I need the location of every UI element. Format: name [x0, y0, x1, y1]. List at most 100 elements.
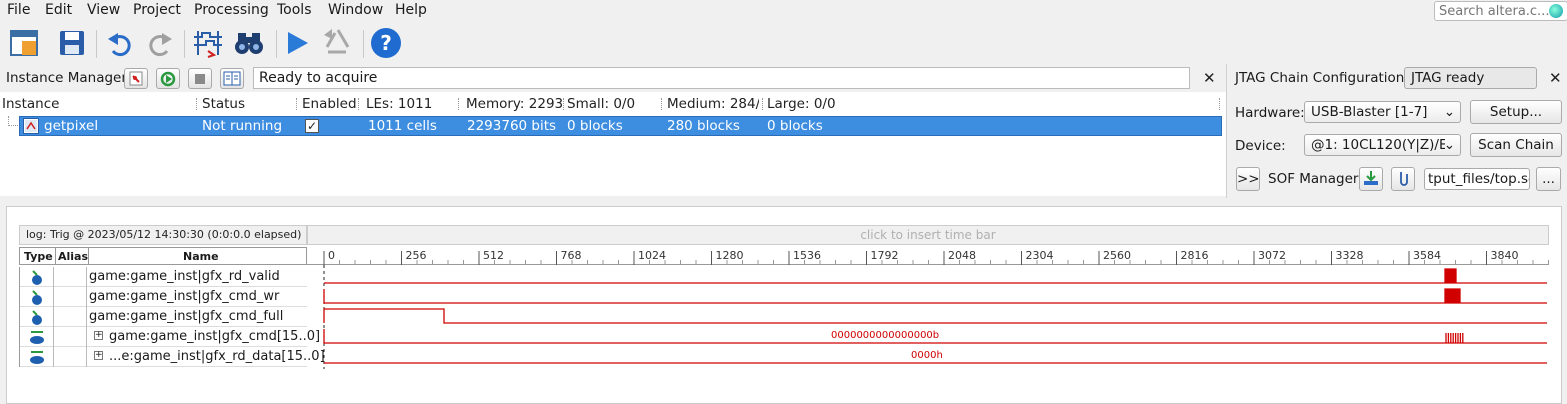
- instance-manager-label: Instance Manager:: [6, 70, 132, 86]
- signal-row[interactable]: game:game_inst|gfx_rd_valid: [19, 267, 307, 287]
- signal-row[interactable]: + game:game_inst|gfx_cmd[15..0]: [19, 327, 320, 347]
- menu-processing[interactable]: Processing: [194, 2, 269, 18]
- input-signal-icon: [19, 267, 54, 287]
- instance-status: Not running: [202, 118, 283, 134]
- signal-row[interactable]: game:game_inst|gfx_cmd_full: [19, 307, 307, 327]
- col-small[interactable]: Small: 0/0: [567, 96, 635, 112]
- globe-icon[interactable]: [1549, 4, 1563, 18]
- instance-manager-bar: Instance Manager: Ready to acquire ✕: [0, 64, 1226, 92]
- menu-view[interactable]: View: [87, 2, 120, 18]
- hardware-label: Hardware:: [1235, 105, 1305, 121]
- signal-name: game:game_inst|gfx_cmd_full: [89, 309, 284, 324]
- enabled-checkbox[interactable]: ✓: [305, 119, 319, 133]
- redo-icon[interactable]: [144, 27, 176, 59]
- menu-window[interactable]: Window: [328, 2, 383, 18]
- ruler-tick-label: 3072: [1258, 249, 1286, 262]
- signal-row[interactable]: + ...e:game_inst|gfx_rd_data[15..0]: [19, 347, 325, 367]
- read-data-icon[interactable]: [220, 68, 244, 89]
- toolbar: ?: [0, 22, 1567, 64]
- browse-button[interactable]: ...: [1536, 167, 1561, 191]
- ruler-tick-label: 2560: [1103, 249, 1131, 262]
- setup-button[interactable]: Setup...: [1470, 100, 1562, 124]
- recycle-icon[interactable]: [322, 27, 354, 59]
- help-icon[interactable]: ?: [370, 27, 402, 59]
- menu-edit[interactable]: Edit: [45, 2, 72, 18]
- col-status[interactable]: Status: [202, 96, 245, 112]
- save-icon[interactable]: [56, 27, 88, 59]
- undo-icon[interactable]: [104, 27, 136, 59]
- instance-memory: 2293760 bits: [467, 118, 557, 134]
- run-analysis-icon[interactable]: [156, 68, 180, 89]
- ruler-tick-label: 3840: [1491, 249, 1519, 262]
- chevron-down-icon: ⌄: [1443, 137, 1455, 153]
- col-memory[interactable]: Memory: 22937: [466, 96, 562, 112]
- col-les[interactable]: LEs: 1011: [366, 96, 432, 112]
- window-icon[interactable]: [8, 27, 40, 59]
- wave-gfx-cmd-bus-transitions: [1445, 333, 1464, 343]
- svg-text:?: ?: [380, 31, 392, 55]
- signal-name: game:game_inst|gfx_rd_valid: [89, 269, 280, 284]
- expand-button[interactable]: >>: [1236, 167, 1260, 191]
- col-instance[interactable]: Instance: [2, 96, 59, 112]
- search-input[interactable]: [1434, 1, 1567, 21]
- binoculars-icon[interactable]: [233, 27, 265, 59]
- close-icon[interactable]: ✕: [1549, 69, 1562, 87]
- time-bar-area[interactable]: click to insert time bar: [307, 225, 1549, 245]
- expand-icon[interactable]: +: [94, 331, 103, 340]
- ruler-tick-label: 768: [561, 249, 582, 262]
- menu-project[interactable]: Project: [133, 2, 181, 18]
- ruler-tick-label: 1280: [716, 249, 744, 262]
- col-enabled[interactable]: Enabled: [302, 96, 357, 112]
- bus-signal-icon: [19, 327, 54, 347]
- bus-signal-icon: [19, 347, 54, 367]
- jtag-status: JTAG ready: [1404, 67, 1537, 89]
- sof-file-field[interactable]: tput_files/top.sof: [1424, 168, 1530, 190]
- col-large[interactable]: Large: 0/0: [767, 96, 836, 112]
- instance-table: Instance Status Enabled LEs: 1011 Memory…: [0, 92, 1226, 196]
- time-ruler: 0 256 512 768 1024 1280 1536 1792 2048 2304 2560 28…: [307, 247, 1549, 265]
- acquisition-status: Ready to acquire: [253, 67, 1190, 89]
- menu-tools[interactable]: Tools: [277, 2, 312, 18]
- run-icon[interactable]: [282, 27, 314, 59]
- attach-file-icon[interactable]: [1391, 167, 1415, 191]
- ruler-tick-label: 1792: [871, 249, 899, 262]
- signal-name: game:game_inst|gfx_cmd[15..0]: [109, 329, 321, 344]
- splitter[interactable]: [0, 196, 1226, 206]
- header-type: Type: [24, 250, 53, 263]
- header-alias: Alias: [58, 250, 89, 263]
- ruler-tick-label: 512: [483, 249, 504, 262]
- wave-gfx-cmd-full: [323, 308, 1547, 324]
- table-row[interactable]: getpixel Not running ✓ 1011 cells 229376…: [19, 116, 1222, 136]
- menu-help[interactable]: Help: [395, 2, 427, 18]
- analysis-icon[interactable]: [192, 27, 224, 59]
- signal-name: game:game_inst|gfx_cmd_wr: [89, 289, 280, 304]
- bus-value: 0000000000000000b: [831, 330, 940, 341]
- header-name: Name: [183, 250, 219, 263]
- expand-icon[interactable]: +: [94, 351, 103, 360]
- instance-small: 0 blocks: [567, 118, 623, 134]
- ruler-tick-label: 256: [406, 249, 427, 262]
- signal-header: Type Alias Name: [19, 247, 307, 265]
- menu-bar: File Edit View Project Processing Tools …: [0, 0, 1567, 22]
- wave-gfx-cmd-wr: [323, 288, 1547, 304]
- sof-manager-label: SOF Manager:: [1268, 171, 1363, 187]
- wave-gfx-rd-valid: [324, 268, 1547, 284]
- ruler-tick-label: 1024: [638, 249, 666, 262]
- close-icon[interactable]: ✕: [1203, 69, 1216, 87]
- stop-icon[interactable]: [188, 68, 212, 89]
- chevron-down-icon: ⌄: [1443, 104, 1455, 120]
- instance-icon: [23, 118, 39, 134]
- scan-chain-button[interactable]: Scan Chain: [1470, 133, 1562, 157]
- device-select[interactable]: @1: 10CL120(Y|Z)/EP3 ⌄: [1304, 134, 1461, 156]
- menu-file[interactable]: File: [7, 2, 30, 18]
- ruler-tick-label: 1536: [793, 249, 821, 262]
- col-medium[interactable]: Medium: 284/4: [667, 96, 759, 112]
- instance-large: 0 blocks: [767, 118, 823, 134]
- ruler-tick-label: 2304: [1026, 249, 1054, 262]
- program-device-icon[interactable]: [1359, 167, 1383, 191]
- hardware-select[interactable]: USB-Blaster [1-7] ⌄: [1304, 101, 1461, 123]
- signal-row[interactable]: game:game_inst|gfx_cmd_wr: [19, 287, 307, 307]
- autorun-icon[interactable]: [124, 68, 148, 89]
- ruler-tick-label: 3584: [1413, 249, 1441, 262]
- bus-value: 0000h: [911, 350, 943, 361]
